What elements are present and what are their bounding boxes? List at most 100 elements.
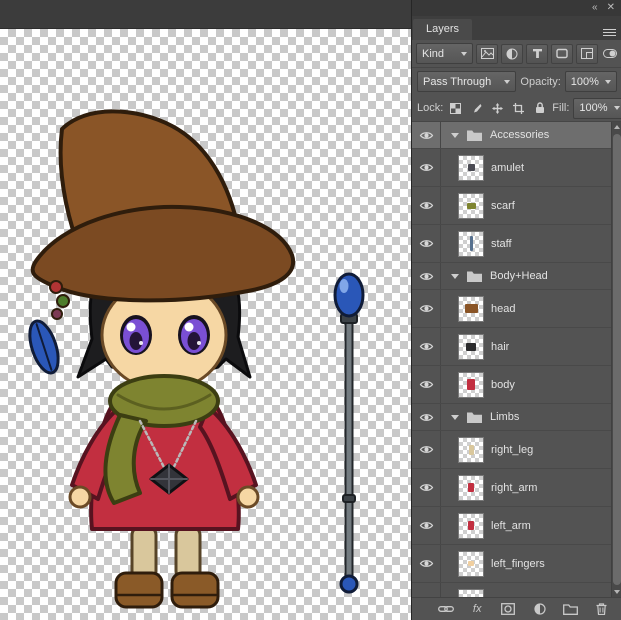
layer-thumbnail[interactable] [458,231,484,257]
eye-icon [419,379,434,390]
visibility-toggle[interactable] [412,290,441,327]
layer-row-head[interactable]: head [412,290,612,328]
type-filter-icon[interactable] [526,44,548,64]
visibility-toggle[interactable] [412,507,441,544]
artwork [0,29,411,620]
layer-label[interactable]: Body+Head [490,270,548,282]
scrollbar[interactable] [611,122,621,597]
layer-label[interactable]: Accessories [490,129,549,141]
layer-thumbnail[interactable] [458,334,484,360]
layer-label[interactable]: left_fingers [491,558,545,570]
adjustment-filter-icon[interactable] [501,44,523,64]
visibility-toggle[interactable] [412,469,441,506]
disclosure-triangle[interactable] [451,133,459,138]
layer-label[interactable]: staff [491,238,512,250]
pixel-filter-icon[interactable] [476,44,498,64]
layer-label[interactable]: Limbs [490,411,519,423]
layer-label[interactable]: right_leg [491,444,533,456]
layer-row-staff[interactable]: staff [412,225,612,263]
canvas[interactable] [0,29,411,620]
eye-icon [419,200,434,211]
filter-toggle-icon[interactable] [601,46,618,62]
layer-row-content: left_arm [441,507,612,544]
scrollbar-thumb[interactable] [613,134,621,585]
scroll-up-icon[interactable] [612,122,621,132]
visibility-toggle[interactable] [412,431,441,468]
filter-row: Kind [412,40,621,68]
visibility-toggle[interactable] [412,263,441,289]
delete-layer-icon[interactable] [592,600,612,618]
layer-row-left-arm[interactable]: left_arm [412,507,612,545]
blend-mode-select[interactable]: Pass Through [417,71,516,92]
new-adjustment-layer-icon[interactable] [530,600,550,618]
layer-row-body[interactable]: body [412,366,612,404]
fill-select[interactable]: 100% [573,98,621,119]
disclosure-triangle[interactable] [451,415,459,420]
panel-titlebar: « ✕ [412,0,621,16]
visibility-toggle[interactable] [412,122,441,148]
scroll-down-icon[interactable] [612,587,621,597]
layer-label[interactable]: head [491,303,515,315]
lock-artboard-icon[interactable] [510,100,527,116]
group-folder [466,411,483,424]
layer-label[interactable]: scarf [491,200,515,212]
layer-thumbnail[interactable] [458,513,484,539]
layer-label[interactable]: left_arm [491,520,531,532]
visibility-toggle[interactable] [412,545,441,582]
layer-row-content: Accessories [441,122,612,148]
layer-row-content: scarf [441,187,612,224]
visibility-toggle[interactable] [412,187,441,224]
layer-thumbnail[interactable] [458,551,484,577]
lock-all-icon[interactable] [531,100,548,116]
layer-row-accessories[interactable]: Accessories [412,122,612,149]
add-mask-icon[interactable] [498,600,518,618]
visibility-toggle[interactable] [412,583,441,597]
smart-object-filter-icon[interactable] [576,44,598,64]
filter-kind-select[interactable]: Kind [416,43,473,64]
lock-position-icon[interactable] [489,100,506,116]
collapse-panel-icon[interactable]: « [592,0,598,16]
disclosure-triangle[interactable] [451,274,459,279]
lock-pixels-icon[interactable] [468,100,485,116]
layer-label[interactable]: left_leg [491,596,526,598]
layer-label[interactable]: hair [491,341,509,353]
layer-row-body-head[interactable]: Body+Head [412,263,612,290]
visibility-toggle[interactable] [412,366,441,403]
layer-row-right-arm[interactable]: right_arm [412,469,612,507]
link-layers-icon[interactable] [436,600,456,618]
visibility-toggle[interactable] [412,149,441,186]
tab-layers[interactable]: Layers [413,19,472,40]
layer-row-left-fingers[interactable]: left_fingers [412,545,612,583]
layer-thumbnail[interactable] [458,372,484,398]
layer-label[interactable]: amulet [491,162,524,174]
layer-thumbnail[interactable] [458,155,484,181]
lock-transparency-icon[interactable] [447,100,464,116]
eye-icon [419,341,434,352]
group-folder [466,129,483,142]
layer-row-amulet[interactable]: amulet [412,149,612,187]
layer-thumbnail[interactable] [458,193,484,219]
lock-row: Lock: Fill: 100% [412,95,621,122]
layer-row-left-leg[interactable]: left_leg [412,583,612,597]
layer-row-scarf[interactable]: scarf [412,187,612,225]
visibility-toggle[interactable] [412,328,441,365]
layer-row-limbs[interactable]: Limbs [412,404,612,431]
layer-thumbnail[interactable] [458,475,484,501]
close-panel-icon[interactable]: ✕ [607,0,615,16]
layer-label[interactable]: right_arm [491,482,537,494]
layer-thumbnail[interactable] [458,589,484,598]
layer-row-content: left_leg [441,583,612,597]
panel-menu-icon[interactable] [603,29,616,36]
layer-row-content: head [441,290,612,327]
layer-row-hair[interactable]: hair [412,328,612,366]
layer-style-icon[interactable]: fx [467,600,487,618]
layer-row-right-leg[interactable]: right_leg [412,431,612,469]
layer-thumbnail[interactable] [458,437,484,463]
visibility-toggle[interactable] [412,404,441,430]
layer-label[interactable]: body [491,379,515,391]
visibility-toggle[interactable] [412,225,441,262]
opacity-select[interactable]: 100% [565,71,617,92]
shape-filter-icon[interactable] [551,44,573,64]
layer-thumbnail[interactable] [458,296,484,322]
new-group-icon[interactable] [561,600,581,618]
